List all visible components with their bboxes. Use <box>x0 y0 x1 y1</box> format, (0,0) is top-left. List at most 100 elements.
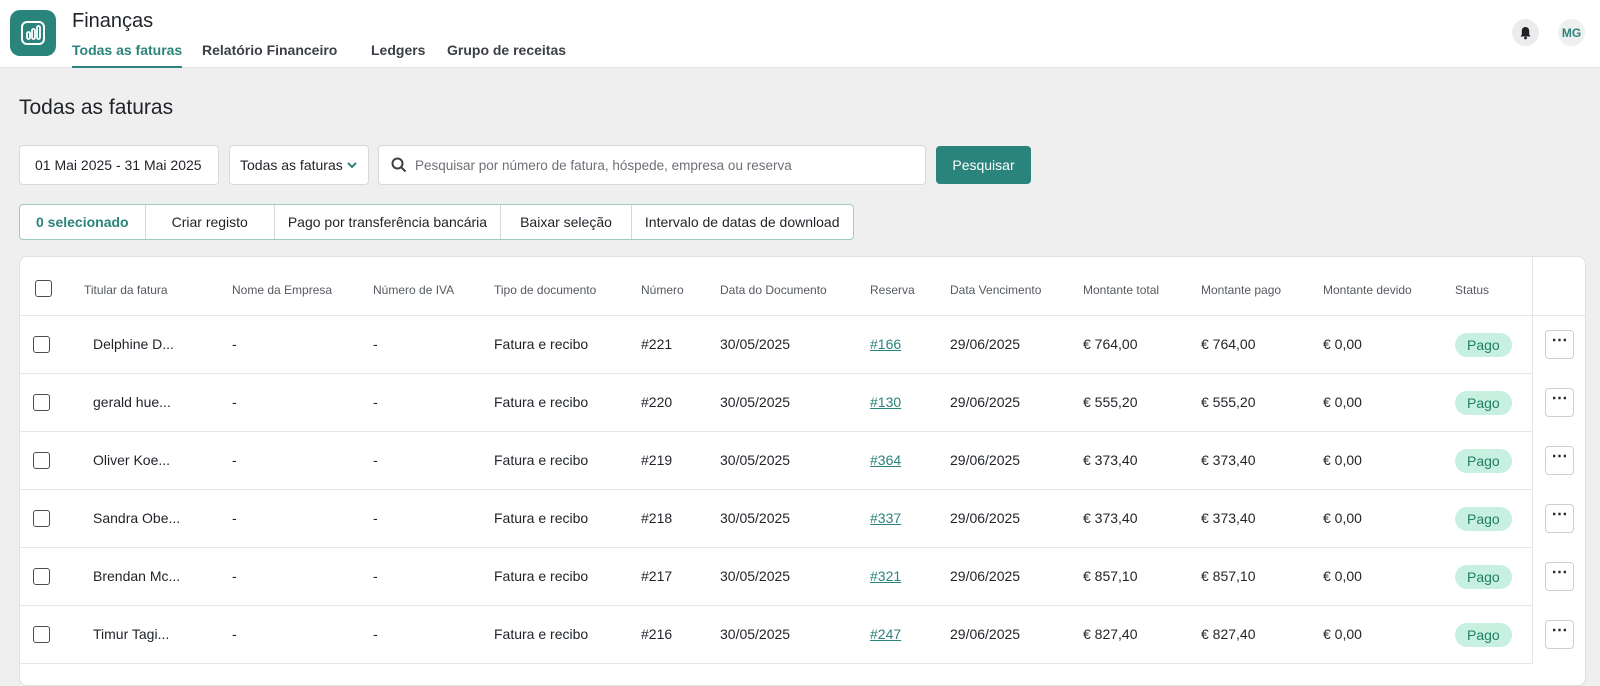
more-actions-button[interactable]: ⋯ <box>1545 330 1574 359</box>
cell-total-amount: € 764,00 <box>1083 336 1138 352</box>
cell-vat-number: - <box>373 452 378 468</box>
cell-document-date: 30/05/2025 <box>720 336 791 352</box>
invoice-type-select[interactable]: Todas as faturas <box>229 145 369 185</box>
cell-invoice-number: #221 <box>641 336 673 352</box>
more-horizontal-icon: ⋯ <box>1551 448 1568 465</box>
table-row[interactable]: Timur Tagi... - - Fatura e recibo #216 30/05/… <box>20 606 1585 664</box>
top-bar: Finanças Todas as faturas Relatório Fina… <box>0 0 1600 68</box>
column-header[interactable]: Montante devido <box>1323 283 1412 297</box>
row-checkbox[interactable] <box>33 394 50 411</box>
cell-owed-amount: € 0,00 <box>1323 568 1362 584</box>
cell-vat-number: - <box>373 336 378 352</box>
cell-paid-amount: € 857,10 <box>1201 568 1256 584</box>
table-row[interactable]: Sandra Obe... - - Fatura e recibo #218 30/05/… <box>20 490 1585 548</box>
cell-total-amount: € 373,40 <box>1083 510 1138 526</box>
column-header[interactable]: Data do Documento <box>720 283 827 297</box>
app-logo-icon[interactable] <box>10 10 56 56</box>
download-selection-button[interactable]: Baixar seleção <box>501 205 632 239</box>
user-avatar[interactable]: MG <box>1558 19 1585 46</box>
cell-paid-amount: € 827,40 <box>1201 626 1256 642</box>
chevron-down-icon <box>347 162 357 169</box>
more-horizontal-icon: ⋯ <box>1551 622 1568 639</box>
paid-by-transfer-button[interactable]: Pago por transferência bancária <box>275 205 502 239</box>
cell-paid-amount: € 764,00 <box>1201 336 1256 352</box>
search-field[interactable] <box>378 145 926 185</box>
search-button[interactable]: Pesquisar <box>936 146 1031 184</box>
cell-due-date: 29/06/2025 <box>950 626 1021 642</box>
column-header[interactable]: Status <box>1455 283 1489 297</box>
cell-owed-amount: € 0,00 <box>1323 394 1362 410</box>
row-checkbox[interactable] <box>33 336 50 353</box>
cell-invoice-holder: Oliver Koe... <box>93 452 171 468</box>
reservation-link[interactable]: #166 <box>870 336 901 352</box>
tab-all-invoices[interactable]: Todas as faturas <box>72 42 183 68</box>
more-actions-button[interactable]: ⋯ <box>1545 562 1574 591</box>
tab-ledgers[interactable]: Ledgers <box>371 42 425 68</box>
column-header[interactable]: Titular da fatura <box>84 283 168 297</box>
cell-due-date: 29/06/2025 <box>950 336 1021 352</box>
column-header[interactable]: Montante total <box>1083 283 1159 297</box>
cell-owed-amount: € 0,00 <box>1323 510 1362 526</box>
table-row[interactable]: Delphine D... - - Fatura e recibo #221 30/05/… <box>20 316 1585 374</box>
more-horizontal-icon: ⋯ <box>1551 564 1568 581</box>
reservation-link[interactable]: #337 <box>870 510 901 526</box>
search-icon <box>391 157 407 173</box>
column-header[interactable]: Reserva <box>870 283 915 297</box>
search-input[interactable] <box>415 157 915 173</box>
cell-vat-number: - <box>373 394 378 410</box>
app-title: Finanças <box>72 10 154 32</box>
cell-invoice-number: #219 <box>641 452 673 468</box>
table-row[interactable]: Oliver Koe... - - Fatura e recibo #219 30/05/… <box>20 432 1585 490</box>
actions-column-header <box>1532 257 1585 315</box>
cell-total-amount: € 857,10 <box>1083 568 1138 584</box>
column-header[interactable]: Data Vencimento <box>950 283 1041 297</box>
select-all-checkbox[interactable] <box>35 280 52 297</box>
cell-document-date: 30/05/2025 <box>720 394 791 410</box>
cell-company-name: - <box>232 568 237 584</box>
more-actions-button[interactable]: ⋯ <box>1545 620 1574 649</box>
reservation-link[interactable]: #364 <box>870 452 901 468</box>
column-header[interactable]: Montante pago <box>1201 283 1281 297</box>
notifications-button[interactable] <box>1512 19 1539 46</box>
cell-due-date: 29/06/2025 <box>950 568 1021 584</box>
cell-document-date: 30/05/2025 <box>720 626 791 642</box>
column-header[interactable]: Número <box>641 283 684 297</box>
cell-owed-amount: € 0,00 <box>1323 452 1362 468</box>
table-row[interactable]: gerald hue... - - Fatura e recibo #220 30/05/… <box>20 374 1585 432</box>
more-actions-button[interactable]: ⋯ <box>1545 504 1574 533</box>
column-header[interactable]: Nome da Empresa <box>232 283 332 297</box>
status-badge: Pago <box>1455 623 1512 647</box>
create-record-button[interactable]: Criar registo <box>146 205 275 239</box>
cell-company-name: - <box>232 510 237 526</box>
reservation-link[interactable]: #130 <box>870 394 901 410</box>
cell-invoice-holder: Delphine D... <box>93 336 174 352</box>
tab-revenue-groups[interactable]: Grupo de receitas <box>447 42 566 68</box>
more-horizontal-icon: ⋯ <box>1551 332 1568 349</box>
tab-financial-report[interactable]: Relatório Financeiro <box>202 42 337 68</box>
cell-due-date: 29/06/2025 <box>950 452 1021 468</box>
date-range-picker[interactable]: 01 Mai 2025 - 31 Mai 2025 <box>19 145 219 185</box>
reservation-link[interactable]: #247 <box>870 626 901 642</box>
cell-document-date: 30/05/2025 <box>720 510 791 526</box>
more-actions-button[interactable]: ⋯ <box>1545 446 1574 475</box>
more-actions-button[interactable]: ⋯ <box>1545 388 1574 417</box>
reservation-link[interactable]: #321 <box>870 568 901 584</box>
cell-total-amount: € 827,40 <box>1083 626 1138 642</box>
cell-invoice-holder: Brendan Mc... <box>93 568 181 584</box>
table-row[interactable]: Brendan Mc... - - Fatura e recibo #217 30/05/… <box>20 548 1585 606</box>
cell-company-name: - <box>232 336 237 352</box>
column-header[interactable]: Número de IVA <box>373 283 454 297</box>
page-title: Todas as faturas <box>19 96 174 119</box>
column-header[interactable]: Tipo de documento <box>494 283 596 297</box>
invoice-type-value: Todas as faturas <box>240 157 343 173</box>
cell-document-type: Fatura e recibo <box>494 626 589 642</box>
download-date-range-button[interactable]: Intervalo de datas de download <box>632 205 853 239</box>
row-checkbox[interactable] <box>33 626 50 643</box>
row-checkbox[interactable] <box>33 452 50 469</box>
row-checkbox[interactable] <box>33 568 50 585</box>
cell-invoice-number: #218 <box>641 510 673 526</box>
cell-invoice-holder: gerald hue... <box>93 394 171 410</box>
row-checkbox[interactable] <box>33 510 50 527</box>
cell-paid-amount: € 373,40 <box>1201 510 1256 526</box>
cell-document-type: Fatura e recibo <box>494 568 589 584</box>
